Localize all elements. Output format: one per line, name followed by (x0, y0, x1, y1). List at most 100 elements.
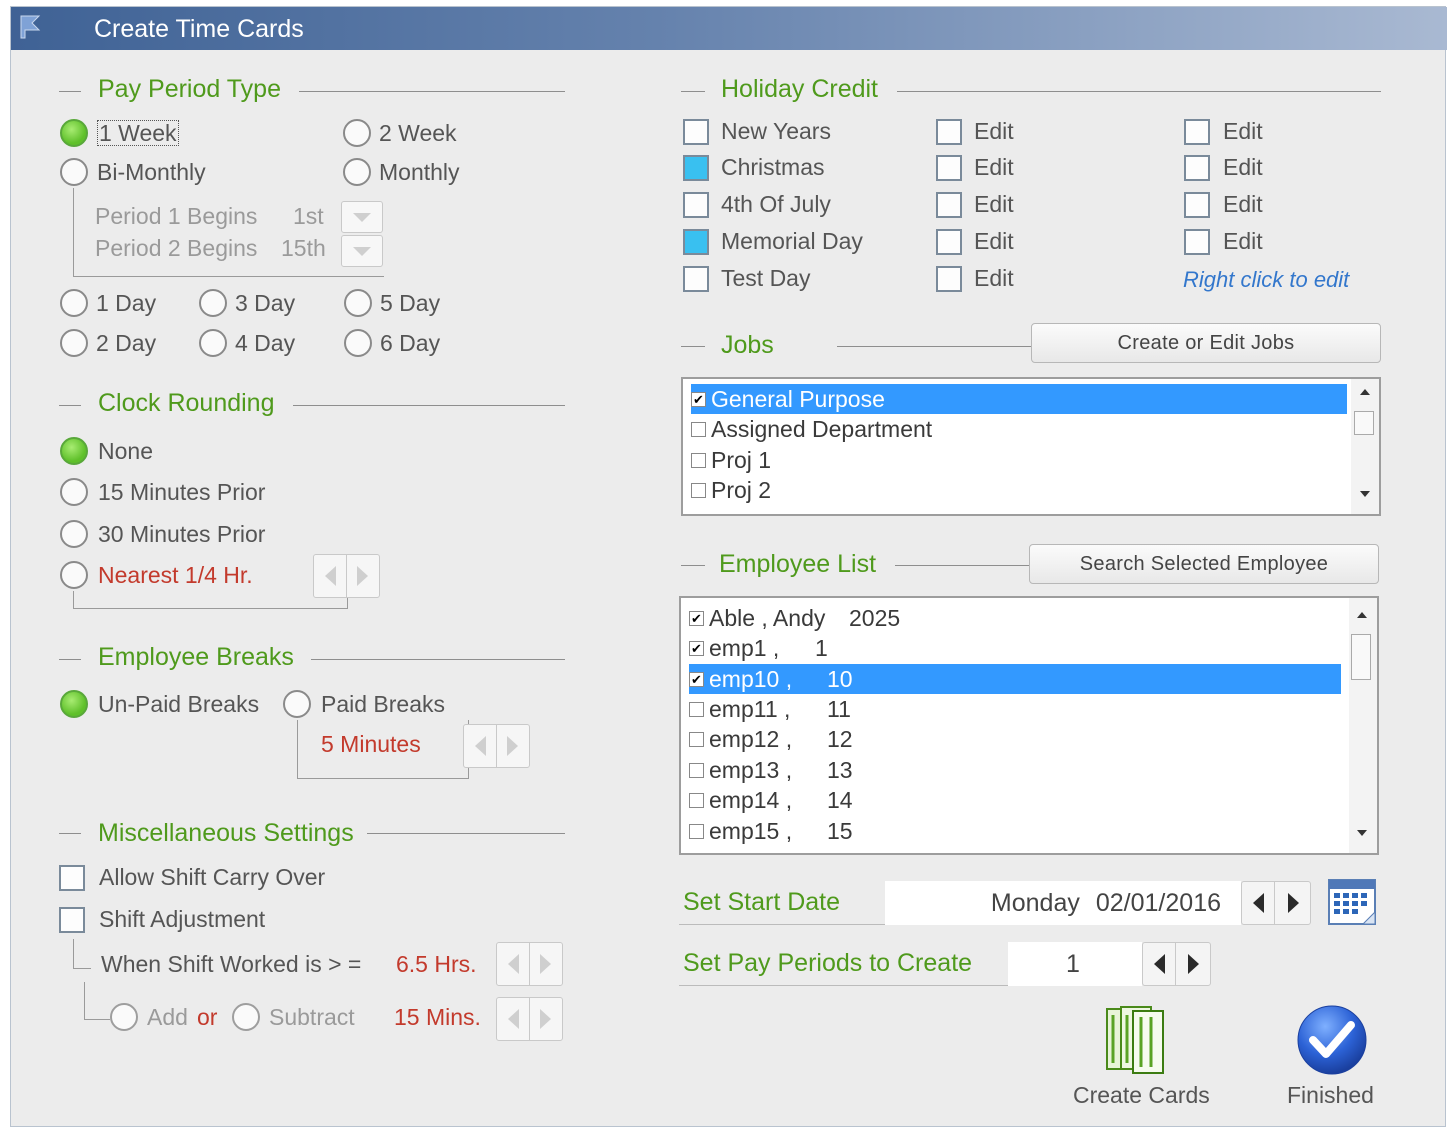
finished-button[interactable]: Finished (1283, 1003, 1383, 1115)
item-checkbox[interactable]: ✔ (689, 671, 704, 687)
label-monthly[interactable]: Monthly (379, 159, 460, 186)
label-unpaid-breaks[interactable]: Un-Paid Breaks (98, 691, 259, 718)
scroll-down-icon[interactable] (1357, 830, 1367, 836)
stepper-left-button[interactable] (497, 998, 530, 1040)
label-paid-breaks[interactable]: Paid Breaks (321, 691, 445, 718)
radio-subtract[interactable] (232, 1003, 260, 1031)
radio-6-day[interactable] (344, 329, 372, 357)
list-item[interactable]: emp14 , 14 (689, 785, 1341, 815)
label-holiday-test-day[interactable]: Test Day (721, 265, 810, 292)
stepper-right-button[interactable] (1177, 943, 1210, 985)
worked-threshold-stepper[interactable] (496, 942, 563, 986)
stepper-left-button[interactable] (314, 555, 347, 597)
list-item[interactable]: emp12 , 12 (689, 724, 1341, 754)
label-15-min-prior[interactable]: 15 Minutes Prior (98, 479, 265, 506)
stepper-right-button[interactable] (1277, 882, 1310, 924)
radio-1-week[interactable] (60, 119, 88, 147)
checkbox-holiday-edit[interactable] (1184, 192, 1210, 218)
scroll-thumb[interactable] (1351, 634, 1371, 680)
label-shift-adjustment[interactable]: Shift Adjustment (99, 906, 265, 933)
create-cards-button[interactable]: Create Cards (1069, 1005, 1219, 1115)
item-checkbox[interactable]: ✔ (689, 640, 704, 656)
rounding-stepper[interactable] (313, 554, 380, 598)
label-3-day[interactable]: 3 Day (235, 290, 295, 317)
radio-3-day[interactable] (199, 289, 227, 317)
radio-2-week[interactable] (343, 119, 371, 147)
label-holiday-edit[interactable]: Edit (974, 191, 1014, 218)
radio-unpaid-breaks[interactable] (60, 690, 88, 718)
search-selected-employee-button[interactable]: Search Selected Employee (1029, 544, 1379, 584)
checkbox-holiday-test-day[interactable] (683, 266, 709, 292)
label-30-min-prior[interactable]: 30 Minutes Prior (98, 521, 265, 548)
jobs-scrollbar[interactable] (1351, 379, 1379, 514)
employee-list[interactable]: ✔ Able , Andy 2025 ✔ emp1 , 1 ✔ emp10 , 10 emp… (679, 596, 1379, 855)
item-checkbox[interactable] (691, 482, 706, 498)
label-holiday-new-years[interactable]: New Years (721, 118, 831, 145)
checkbox-holiday-memorial-day[interactable] (683, 229, 709, 255)
label-holiday-edit[interactable]: Edit (1223, 154, 1263, 181)
checkbox-holiday-edit[interactable] (1184, 155, 1210, 181)
item-checkbox[interactable]: ✔ (689, 610, 704, 626)
break-minutes-stepper[interactable] (463, 724, 530, 768)
checkbox-shift-carry-over[interactable] (59, 865, 85, 891)
list-item[interactable]: ✔ Able , Andy 2025 (689, 603, 1341, 633)
label-1-day[interactable]: 1 Day (96, 290, 156, 317)
item-checkbox[interactable]: ✔ (691, 391, 706, 407)
scroll-thumb[interactable] (1354, 411, 1374, 435)
label-holiday-edit[interactable]: Edit (974, 228, 1014, 255)
label-bi-monthly[interactable]: Bi-Monthly (97, 159, 206, 186)
period2-dropdown[interactable] (341, 235, 383, 267)
radio-rounding-none[interactable] (60, 437, 88, 465)
list-item[interactable]: emp15 , 15 (689, 816, 1341, 846)
label-1-week[interactable]: 1 Week (97, 120, 179, 146)
label-2-day[interactable]: 2 Day (96, 330, 156, 357)
label-add[interactable]: Add (147, 1004, 188, 1031)
checkbox-holiday-4th-of-july[interactable] (683, 192, 709, 218)
label-rounding-none[interactable]: None (98, 438, 153, 465)
label-holiday-christmas[interactable]: Christmas (721, 154, 825, 181)
radio-4-day[interactable] (199, 329, 227, 357)
radio-15-min-prior[interactable] (60, 478, 88, 506)
list-item[interactable]: emp11 , 11 (689, 694, 1341, 724)
checkbox-holiday-edit[interactable] (1184, 229, 1210, 255)
item-checkbox[interactable] (691, 421, 706, 437)
item-checkbox[interactable] (689, 701, 704, 717)
item-checkbox[interactable] (689, 792, 704, 808)
list-item[interactable]: ✔ General Purpose (691, 384, 1347, 414)
radio-add[interactable] (110, 1003, 138, 1031)
checkbox-holiday-edit[interactable] (936, 229, 962, 255)
pay-periods-field[interactable]: 1 (1008, 942, 1142, 986)
stepper-right-button[interactable] (346, 555, 379, 597)
radio-paid-breaks[interactable] (283, 690, 311, 718)
pay-periods-stepper[interactable] (1142, 942, 1211, 986)
scroll-up-icon[interactable] (1360, 389, 1370, 395)
label-holiday-edit[interactable]: Edit (1223, 118, 1263, 145)
list-item[interactable]: Assigned Department (691, 414, 1347, 444)
checkbox-holiday-edit[interactable] (936, 192, 962, 218)
label-shift-carry-over[interactable]: Allow Shift Carry Over (99, 864, 325, 891)
checkbox-holiday-new-years[interactable] (683, 119, 709, 145)
label-holiday-memorial-day[interactable]: Memorial Day (721, 228, 863, 255)
list-item[interactable]: ✔ emp1 , 1 (689, 633, 1341, 663)
start-date-field[interactable]: Monday 02/01/2016 (885, 881, 1241, 925)
label-subtract[interactable]: Subtract (269, 1004, 355, 1031)
checkbox-holiday-edit[interactable] (936, 155, 962, 181)
stepper-left-button[interactable] (497, 943, 530, 985)
period1-dropdown[interactable] (341, 201, 383, 233)
label-holiday-4th-of-july[interactable]: 4th Of July (721, 191, 831, 218)
label-nearest-quarter[interactable]: Nearest 1/4 Hr. (98, 562, 253, 589)
radio-5-day[interactable] (344, 289, 372, 317)
radio-1-day[interactable] (60, 289, 88, 317)
jobs-list[interactable]: ✔ General Purpose Assigned Department Pro… (681, 377, 1381, 516)
label-holiday-edit[interactable]: Edit (1223, 191, 1263, 218)
create-or-edit-jobs-button[interactable]: Create or Edit Jobs (1031, 323, 1381, 363)
stepper-left-button[interactable] (464, 725, 497, 767)
checkbox-shift-adjustment[interactable] (59, 907, 85, 933)
checkbox-holiday-edit[interactable] (936, 119, 962, 145)
item-checkbox[interactable] (689, 823, 704, 839)
radio-30-min-prior[interactable] (60, 520, 88, 548)
scroll-up-icon[interactable] (1357, 612, 1367, 618)
list-item[interactable]: emp13 , 13 (689, 755, 1341, 785)
label-holiday-edit[interactable]: Edit (974, 118, 1014, 145)
label-holiday-edit[interactable]: Edit (974, 154, 1014, 181)
